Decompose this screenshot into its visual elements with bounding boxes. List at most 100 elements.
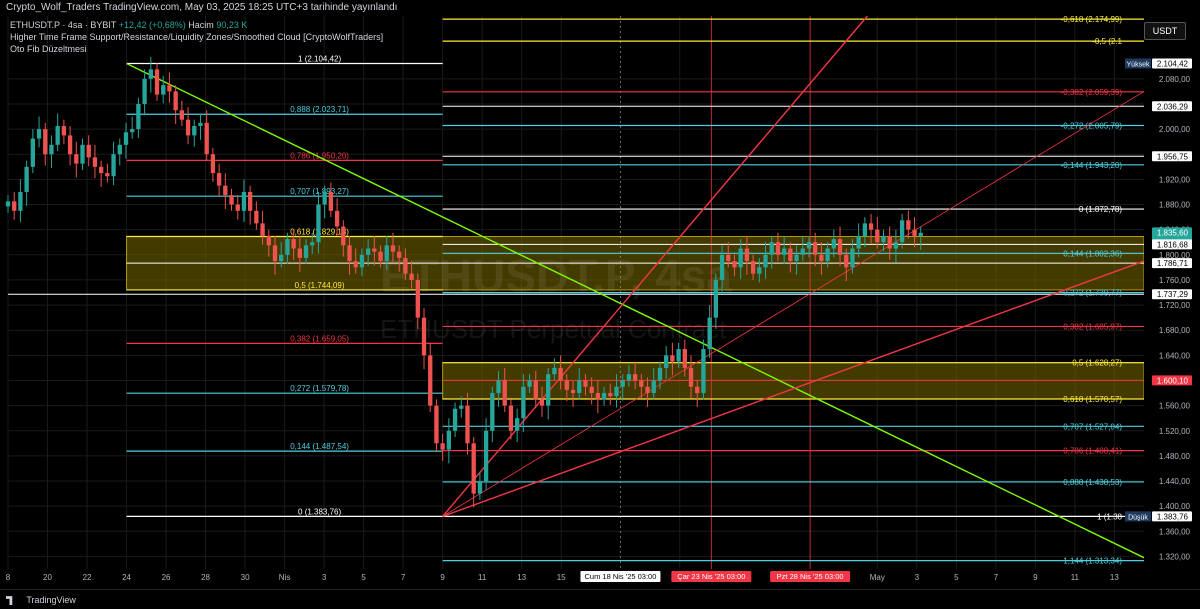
price-marker-label: 1.835,60 [1157,228,1189,237]
candle-body [154,69,160,95]
candle-body [192,125,197,136]
candle-body [632,374,638,381]
candle-body [459,405,464,409]
candle-body [875,229,880,243]
candle-body [229,195,234,205]
price-tick-label: 1.400,00 [1159,502,1191,511]
fib-left-label: 0,888 (2.023,71) [290,105,349,114]
legend-symbol[interactable]: ETHUSDT.P · 4sa · BYBIT [10,20,116,30]
candle-body [806,242,812,249]
candle-body [881,235,886,243]
fib-right-label: 0,272 (1.739,77) [1063,289,1122,298]
candle-body [372,248,377,252]
time-axis[interactable]: 8202224262830Nis35791113152May35791113Cu… [0,569,1200,589]
candle-body [775,242,781,255]
fib-left-label: 0,5 (1.744,09) [295,281,345,290]
price-tick-label: 1.720,00 [1159,301,1191,310]
candle-body [415,279,420,318]
candle-body [266,235,271,246]
candle-body [86,144,91,158]
candle-body [130,129,135,133]
candle-body [750,261,756,274]
candle-body [18,191,23,211]
candle-body [645,386,650,394]
candle-body [334,210,340,227]
currency-button[interactable]: USDT [1144,22,1186,40]
candle-body [67,135,73,155]
candle-body [546,374,551,406]
candle-body [142,78,147,104]
candle-body [477,481,483,494]
fib-right-label: 0,382 (1.685,97) [1063,322,1122,331]
price-marker-tag: Yüksek [1127,61,1150,68]
fib-left-label: 0,707 (1.893,27) [290,187,349,196]
candle-body [316,204,321,243]
time-tick-label: 26 [162,573,171,582]
candle-body [216,173,222,186]
time-tick-label: 9 [1033,573,1038,582]
candle-body [434,405,439,444]
candle-body [409,273,414,280]
legend-volume-label: Hacim [188,20,214,30]
candle-body [670,355,675,362]
candle-body [397,251,402,258]
candle-body [893,242,899,249]
fib-right-label: 0,786 (1.488,41) [1063,447,1122,456]
candle-body [179,110,185,120]
candle-body [794,254,799,262]
candle-body [353,261,358,268]
time-tick-label: 11 [1071,573,1080,582]
candle-body [868,223,874,230]
fib-left-label: 1 (2.104,42) [298,54,341,63]
legend-indicator-2[interactable]: Oto Fib Düzeltmesi [10,43,383,55]
candle-body [30,138,35,167]
candle-body [788,248,793,262]
candle-body [781,248,787,255]
candle-body [514,418,520,431]
fib-right-label: 0,707 (1.527,04) [1063,422,1122,431]
time-marker-label: Çar 23 Nis '25 03:00 [677,572,745,581]
candle-body [471,443,476,494]
trendline [126,62,1145,559]
publish-text: Crypto_Wolf_Traders TradingView.com, May… [6,2,398,13]
price-marker-label: 1.956,75 [1157,152,1189,161]
price-tick-label: 1.560,00 [1159,402,1191,411]
fib-left-label: 0,272 (1.579,78) [290,384,349,393]
time-marker-label: Cum 18 Nis '25 03:00 [585,572,657,581]
candle-body [136,103,141,130]
candle-body [390,245,396,252]
price-tick-label: 1.320,00 [1159,552,1191,561]
fib-right-label: 0,888 (1.438,53) [1063,478,1122,487]
price-chart[interactable]: ETHUSDT.P, 4sa ETHUSDT Perpetual Contrac… [0,0,1200,609]
time-tick-label: 3 [915,573,920,582]
candle-body [61,125,67,136]
candle-body [36,129,42,139]
candle-body [452,408,458,431]
time-tick-label: 13 [517,573,526,582]
footer-brand: TradingView [26,595,76,605]
price-marker-label: 1.737,29 [1157,290,1189,299]
candle-body [117,144,122,155]
candle-body [831,239,836,249]
candle-body [589,386,594,394]
price-marker-label: 1.383,76 [1157,512,1189,521]
candle-body [322,191,327,205]
candle-body [403,257,408,274]
price-tick-label: 1.640,00 [1159,351,1191,360]
candle-body [688,367,694,387]
time-tick-label: 5 [361,573,366,582]
candle-body [620,380,625,387]
candle-body [12,201,17,211]
candle-body [763,254,768,268]
candle-body [359,254,365,268]
time-tick-label: 11 [478,573,487,582]
time-tick-label: Nis [279,573,291,582]
candle-body [583,380,588,387]
legend-indicator-1[interactable]: Higher Time Frame Support/Resistance/Liq… [10,31,383,43]
price-marker-label: 2.104,42 [1157,59,1189,68]
candle-body [92,157,98,167]
legend-change: +12,42 (+0,68%) [118,20,186,30]
candle-body [43,129,48,155]
candle-body [285,239,290,255]
candle-body [80,144,85,164]
